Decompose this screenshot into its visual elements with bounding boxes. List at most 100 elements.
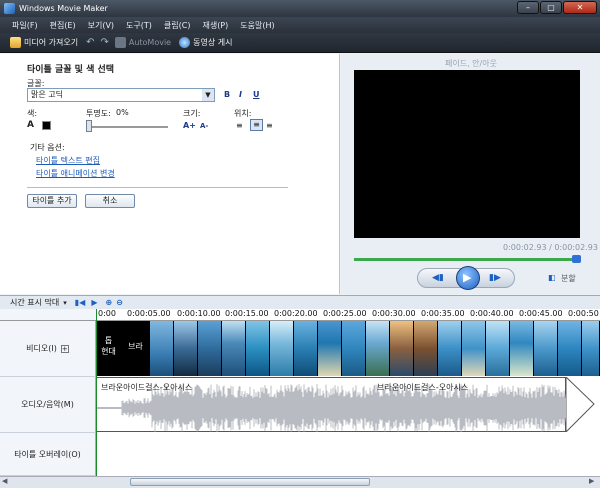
menu-play[interactable]: 재생(P) [202, 20, 228, 31]
video-clip[interactable] [558, 321, 582, 376]
time-ruler[interactable]: 0:00 0:00:05.00 0:00:10.00 0:00:15.00 0:… [96, 309, 600, 321]
ruler-tick: 0:00:35.00 [421, 309, 465, 318]
transparency-slider[interactable] [86, 120, 92, 132]
video-clip[interactable] [342, 321, 366, 376]
audio-track[interactable]: 브라운아이드걸스-오아시스 브라운아이드걸스-오아시스 [96, 377, 567, 432]
play-timeline-icon[interactable]: ▶ [91, 298, 97, 307]
zoom-out-icon[interactable]: ⊖ [116, 298, 123, 307]
redo-icon[interactable]: ↷ [100, 37, 108, 48]
ruler-tick: 0:00:45.00 [519, 309, 563, 318]
close-button[interactable]: ✕ [563, 1, 597, 14]
align-center-icon[interactable]: ≡ [250, 119, 263, 131]
seek-bar[interactable] [354, 258, 580, 261]
ruler-tick: 0:00:40.00 [470, 309, 514, 318]
video-clip[interactable] [414, 321, 438, 376]
video-track-header[interactable]: 비디오(I) + [0, 321, 96, 377]
video-clip[interactable] [462, 321, 486, 376]
video-track[interactable]: 톱 현대 브라 [96, 321, 600, 376]
title-clip[interactable]: 브라 [122, 321, 150, 376]
next-frame-icon[interactable]: ▮▶ [489, 273, 501, 283]
maximize-button[interactable]: ▢ [540, 1, 562, 14]
video-clip[interactable] [198, 321, 222, 376]
divider [27, 187, 288, 188]
bold-button[interactable]: B [224, 90, 230, 99]
video-clip[interactable] [294, 321, 318, 376]
menu-file[interactable]: 파일(F) [12, 20, 38, 31]
align-right-icon[interactable]: ≡ [266, 121, 273, 130]
menu-edit[interactable]: 편집(E) [50, 20, 76, 31]
transparency-value: 0% [116, 108, 129, 117]
window-title: Windows Movie Maker [19, 4, 108, 13]
ruler-tick: 0:00:15.00 [225, 309, 269, 318]
previous-frame-icon[interactable]: ◀▮ [432, 273, 444, 283]
timeline-toolbar: 시간 표시 막대 ▾ ▮◀ ▶ ⊕ ⊖ [0, 295, 600, 309]
video-clip[interactable] [318, 321, 342, 376]
audio-track-header[interactable]: 오디오/음악(M) [0, 377, 96, 433]
menu-help[interactable]: 도움말(H) [240, 20, 274, 31]
scrollbar-thumb[interactable] [130, 478, 370, 486]
automovie-button[interactable]: AutoMovie [114, 37, 171, 48]
edit-title-text-link[interactable]: 타이틀 텍스트 편집 [36, 155, 100, 166]
video-clip[interactable] [582, 321, 600, 376]
video-clip[interactable] [534, 321, 558, 376]
cancel-button[interactable]: 취소 [85, 194, 135, 208]
menu-clip[interactable]: 클립(C) [164, 20, 191, 31]
video-clip[interactable] [366, 321, 390, 376]
background-color-icon[interactable] [42, 121, 51, 130]
audio-clip-label: 브라운아이드걸스-오아시스 [101, 383, 193, 392]
panel-heading: 타이틀 글꼴 및 색 선택 [27, 65, 115, 75]
align-left-icon[interactable]: ≡ [236, 121, 243, 130]
split-label[interactable]: 분할 [561, 273, 576, 284]
movie-maker-icon [4, 3, 15, 14]
overlay-track-header[interactable]: 타이틀 오버레이(O) [0, 433, 96, 476]
publish-movie-button[interactable]: 동영상 게시 [179, 37, 232, 48]
video-clip[interactable] [150, 321, 174, 376]
ruler-tick: 0:00:20.00 [274, 309, 318, 318]
font-select[interactable]: 맑은 고딕 ▼ [27, 88, 215, 102]
title-clip[interactable]: 톱 현대 [96, 321, 122, 376]
italic-button[interactable]: I [239, 90, 242, 99]
increase-size-icon[interactable]: A+ [183, 121, 196, 130]
scroll-right-icon[interactable]: ▶ [589, 477, 594, 485]
scroll-left-icon[interactable]: ◀ [2, 477, 7, 485]
video-clip[interactable] [438, 321, 462, 376]
audio-clip-label: 브라운아이드걸스-오아시스 [377, 383, 469, 392]
add-title-button[interactable]: 타이틀 추가 [27, 194, 77, 208]
import-media-button[interactable]: 미디어 가져오기 [10, 37, 78, 48]
menu-tools[interactable]: 도구(T) [126, 20, 152, 31]
chevron-down-icon[interactable]: ▾ [63, 299, 67, 307]
menu-bar: 파일(F) 편집(E) 보기(V) 도구(T) 클립(C) 재생(P) 도움말(… [0, 17, 600, 33]
video-clip[interactable] [246, 321, 270, 376]
video-clip[interactable] [270, 321, 294, 376]
rewind-icon[interactable]: ▮◀ [75, 298, 86, 307]
toolbar: 미디어 가져오기 ↶ ↷ AutoMovie 동영상 게시 [0, 33, 600, 53]
zoom-in-icon[interactable]: ⊕ [105, 298, 112, 307]
automovie-icon [114, 37, 126, 48]
menu-view[interactable]: 보기(V) [88, 20, 114, 31]
underline-button[interactable]: U [253, 90, 260, 99]
minimize-button[interactable]: – [517, 1, 539, 14]
video-clip[interactable] [510, 321, 534, 376]
preview-title: 페이드, 안/아웃 [445, 59, 497, 68]
seek-thumb[interactable] [572, 255, 581, 263]
video-clip[interactable] [174, 321, 198, 376]
video-clip[interactable] [486, 321, 510, 376]
video-clip[interactable] [390, 321, 414, 376]
undo-icon[interactable]: ↶ [86, 37, 94, 48]
other-options-label: 기타 옵션: [30, 143, 65, 152]
expand-icon[interactable]: + [60, 344, 69, 353]
video-clip[interactable] [222, 321, 246, 376]
transparency-label: 투명도: [86, 109, 111, 118]
audio-clip-end [566, 377, 595, 432]
text-color-icon[interactable]: A [27, 120, 34, 130]
playhead-line[interactable] [96, 309, 97, 477]
change-animation-link[interactable]: 타이틀 애니메이션 변경 [36, 168, 115, 179]
ruler-tick: 0:00:05.00 [127, 309, 171, 318]
timeline-mode-select[interactable]: 시간 표시 막대 [10, 297, 59, 308]
preview-monitor [354, 70, 580, 238]
split-icon[interactable]: ◧ [548, 273, 556, 282]
decrease-size-icon[interactable]: A- [200, 122, 208, 130]
ruler-tick: 0:00:30.00 [372, 309, 416, 318]
title-bar: Windows Movie Maker [0, 0, 600, 17]
ruler-corner [0, 309, 96, 321]
